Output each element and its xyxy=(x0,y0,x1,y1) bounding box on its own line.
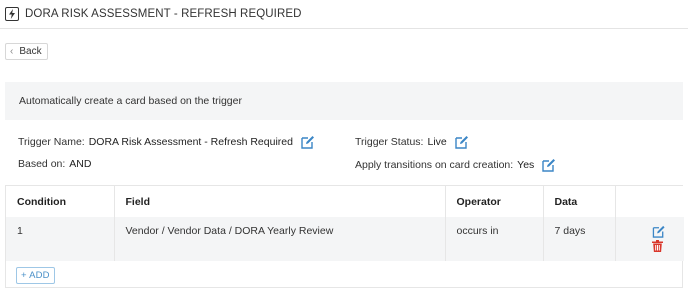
conditions-table: Condition Field Operator Data 1 Vendor /… xyxy=(5,185,684,288)
trigger-name-row: Trigger Name: DORA Risk Assessment - Ref… xyxy=(18,135,315,149)
transitions-value: Yes xyxy=(517,159,535,171)
cell-data: 7 days xyxy=(543,217,616,261)
trash-icon[interactable] xyxy=(652,240,664,252)
back-button-label: Back xyxy=(19,46,42,57)
header-divider xyxy=(0,28,688,29)
page-header: DORA RISK ASSESSMENT - REFRESH REQUIRED xyxy=(5,4,302,24)
trigger-name-label: Trigger Name: xyxy=(18,136,85,148)
edit-transitions-icon[interactable] xyxy=(542,158,556,172)
edit-trigger-name-icon[interactable] xyxy=(301,135,315,149)
cell-actions xyxy=(615,217,684,261)
column-header-data: Data xyxy=(543,186,616,217)
trigger-status-value: Live xyxy=(427,136,447,148)
column-header-condition: Condition xyxy=(6,186,115,217)
edit-condition-icon[interactable] xyxy=(652,225,666,238)
column-header-operator: Operator xyxy=(445,186,544,217)
description-text: Automatically create a card based on the… xyxy=(19,95,242,107)
cell-operator: occurs in xyxy=(445,217,544,261)
table-header-row: Condition Field Operator Data xyxy=(6,186,684,217)
trigger-status-row: Trigger Status: Live xyxy=(355,135,469,149)
lightning-bolt-icon xyxy=(5,7,19,21)
based-on-row: Based on: AND xyxy=(18,158,91,170)
cell-condition: 1 xyxy=(6,217,115,261)
chevron-left-icon: ‹ xyxy=(10,46,14,57)
transitions-row: Apply transitions on card creation: Yes xyxy=(355,158,556,172)
edit-trigger-status-icon[interactable] xyxy=(455,135,469,149)
page-title: DORA RISK ASSESSMENT - REFRESH REQUIRED xyxy=(25,8,302,20)
add-row-container: + ADD xyxy=(16,267,55,284)
column-header-actions xyxy=(615,186,684,217)
cell-field: Vendor / Vendor Data / DORA Yearly Revie… xyxy=(114,217,446,261)
trigger-status-label: Trigger Status: xyxy=(355,136,424,148)
trigger-name-value: DORA Risk Assessment - Refresh Required xyxy=(88,136,293,148)
table-row: 1 Vendor / Vendor Data / DORA Yearly Rev… xyxy=(6,217,684,261)
transitions-label: Apply transitions on card creation: xyxy=(355,159,514,171)
description-panel: Automatically create a card based on the… xyxy=(5,82,683,120)
add-condition-button[interactable]: + ADD xyxy=(16,267,55,284)
based-on-label: Based on: xyxy=(18,158,66,170)
based-on-value: AND xyxy=(69,158,92,170)
column-header-field: Field xyxy=(114,186,446,217)
back-button[interactable]: ‹ Back xyxy=(5,43,48,60)
